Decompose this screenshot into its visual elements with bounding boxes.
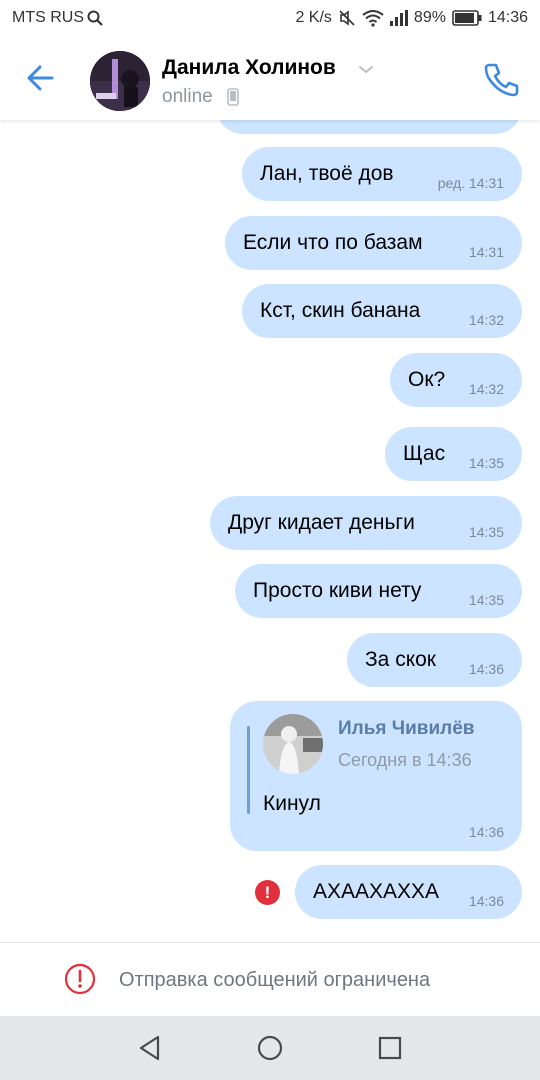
search-icon	[87, 10, 103, 26]
contact-name[interactable]: Данила Холинов	[162, 56, 336, 80]
nav-recents-icon[interactable]	[374, 1032, 406, 1064]
back-arrow-icon[interactable]	[22, 60, 62, 96]
restriction-text: Отправка сообщений ограничена	[119, 969, 431, 991]
nav-home-icon[interactable]	[254, 1032, 286, 1064]
message-time: 14:36	[468, 661, 504, 677]
message-text: АХААХАХХА	[313, 880, 440, 903]
wifi-icon	[362, 10, 384, 27]
mute-icon	[339, 10, 355, 26]
message-bubble[interactable]: Если что по базам 14:31	[225, 216, 522, 270]
message-bubble[interactable]: Лан, твоё дов ред. 14:31	[242, 147, 522, 201]
chevron-down-icon[interactable]	[356, 61, 376, 77]
battery-percent: 89%	[413, 9, 446, 26]
message-bubble-failed[interactable]: АХААХАХХА 14:36	[295, 865, 522, 919]
message-bubble[interactable]: Ок? 14:32	[390, 353, 522, 407]
message-time: 14:32	[468, 381, 504, 397]
message-text: Щас	[403, 442, 446, 465]
message-bubble[interactable]: Щас 14:35	[385, 427, 522, 481]
message-text: Кст, скин банана	[260, 299, 421, 322]
forwarded-message-bubble[interactable]: Илья Чивилёв Сегодня в 14:36 Кинул 14:36	[230, 701, 522, 851]
message-bubble[interactable]: За скок 14:36	[347, 633, 522, 687]
message-time: 14:35	[468, 524, 504, 540]
alert-circle-icon	[64, 963, 96, 995]
chat-header: Данила Холинов online	[0, 36, 540, 120]
message-time: 14:36	[468, 893, 504, 909]
messaging-restricted-bar: Отправка сообщений ограничена	[0, 942, 540, 1016]
message-text: Ок?	[408, 368, 446, 391]
message-time: 14:31	[468, 244, 504, 260]
message-text: Если что по базам	[243, 231, 423, 254]
send-error-icon[interactable]: !	[255, 880, 280, 905]
forwarded-author-name[interactable]: Илья Чивилёв	[338, 718, 474, 740]
message-time: ред. 14:31	[437, 175, 504, 191]
clock: 14:36	[487, 9, 528, 26]
message-bubble[interactable]: Друг кидает деньги 14:35	[210, 496, 522, 550]
forwarded-author-avatar[interactable]	[263, 714, 323, 774]
mobile-device-icon	[227, 88, 239, 106]
system-nav-bar	[0, 1016, 540, 1080]
forwarded-date: Сегодня в 14:36	[338, 750, 472, 770]
message-time: 14:35	[468, 592, 504, 608]
contact-avatar[interactable]	[90, 51, 150, 111]
message-bubble[interactable]: Просто киви нету 14:35	[235, 564, 522, 618]
message-text: Друг кидает деньги	[228, 511, 415, 534]
message-text: Просто киви нету	[253, 579, 422, 602]
message-list[interactable]: Лан, твоё дов ред. 14:31 Если что по баз…	[0, 120, 540, 942]
status-bar: MTS RUS 2 K/s 89% 14:36	[0, 0, 540, 36]
message-time: 14:32	[468, 312, 504, 328]
message-time: 14:36	[468, 824, 504, 840]
signal-icon	[389, 10, 408, 26]
network-speed: 2 K/s	[295, 9, 332, 26]
message-text: Лан, твоё дов	[260, 162, 394, 185]
contact-status: online	[162, 86, 213, 107]
carrier-label: MTS RUS	[12, 9, 84, 26]
nav-back-icon[interactable]	[134, 1032, 166, 1064]
forwarded-text: Кинул	[263, 792, 321, 815]
phone-icon[interactable]	[481, 60, 521, 98]
message-text: За скок	[365, 648, 436, 671]
quote-bar	[247, 726, 250, 814]
battery-icon	[452, 10, 482, 26]
message-bubble[interactable]: Кст, скин банана 14:32	[242, 284, 522, 338]
message-time: 14:35	[468, 455, 504, 471]
message-bubble-partial[interactable]	[216, 120, 522, 134]
